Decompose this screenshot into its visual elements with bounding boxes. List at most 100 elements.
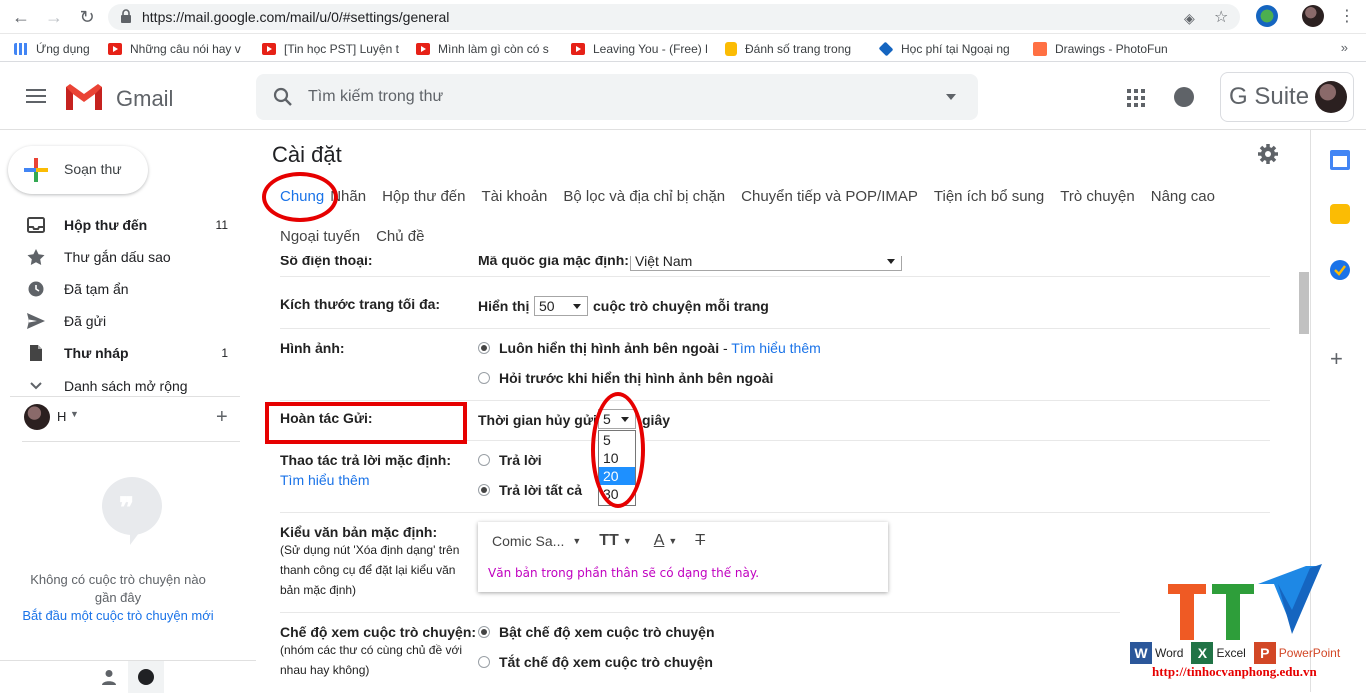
notifications-icon[interactable] [1174,87,1194,107]
gear-icon[interactable] [1258,144,1278,164]
keep-icon[interactable] [1330,204,1350,224]
hangouts-footer [0,660,256,693]
font-family-select[interactable]: Comic Sa... [492,533,564,549]
nav-item-starred[interactable]: Thư gắn dấu sao [0,241,240,273]
reload-icon[interactable]: ↻ [76,6,98,28]
text-color-icon[interactable]: A [654,532,665,550]
status-chevron-icon[interactable]: ▼ [70,409,79,419]
images-always-radio[interactable] [478,342,490,354]
nav-item-snoozed[interactable]: Đã tạm ẩn [0,273,240,305]
compose-label: Soạn thư [64,161,122,177]
bookmark-label: Leaving You - (Free) l [593,42,708,56]
hangouts-user-name[interactable]: H [57,409,66,424]
draft-file-icon [30,345,42,361]
bookmark-item[interactable]: Leaving You - (Free) l [571,41,711,57]
person-icon[interactable] [102,669,116,685]
bookmark-item[interactable]: Những câu nói hay v [108,41,248,57]
reply-all-radio[interactable] [478,484,490,496]
tab-inbox[interactable]: Hộp thư đến [382,188,465,205]
powerpoint-label: PowerPoint [1278,646,1341,660]
format-toolbar: Comic Sa... ▼ TT ▼ A ▼ T [492,532,705,550]
hangouts-avatar[interactable] [24,404,50,430]
bookmarks-more-button[interactable]: » [1341,40,1348,55]
gsuite-label: G Suite [1229,83,1310,110]
images-ask-radio[interactable] [478,372,490,384]
tab-themes[interactable]: Chủ đề [376,228,424,245]
page-size-select[interactable]: 50 [534,296,588,316]
images-learn-more-link[interactable]: Tìm hiểu thêm [731,340,820,356]
address-bar[interactable]: https://mail.google.com/mail/u/0/#settin… [108,4,1240,30]
account-avatar[interactable] [1315,81,1347,113]
search-icon[interactable] [272,86,294,108]
nav-item-sent[interactable]: Đã gửi [0,305,240,337]
conversation-on-label: Bật chế độ xem cuộc trò chuyện [499,624,715,640]
youtube-icon [571,43,585,55]
tab-filters[interactable]: Bộ lọc và địa chỉ bị chặn [563,188,725,205]
bookmark-item[interactable]: Mình làm gì còn có s [416,41,556,57]
nav-item-more[interactable]: Danh sách mở rộng [0,370,240,402]
text-size-icon[interactable]: TT [599,532,619,550]
undo-send-suffix: giây [642,412,671,428]
nav-item-inbox[interactable]: Hộp thư đến 11 [0,209,240,241]
annotation-circle-tab [262,172,338,222]
divider [646,440,1270,441]
tab-offline[interactable]: Ngoại tuyến [280,228,360,245]
size-dropdown-icon[interactable]: ▼ [623,536,632,546]
tab-advanced[interactable]: Nâng cao [1151,188,1215,205]
font-dropdown-icon[interactable]: ▼ [572,536,581,546]
back-arrow-icon[interactable]: ← [10,6,32,28]
apps-grid-icon [14,43,28,55]
clock-icon [28,281,44,297]
draft-count: 1 [221,346,228,360]
page-size-label: Kích thước trang tối đa: [280,296,441,312]
browser-menu-icon[interactable]: ⋮ [1336,6,1358,28]
cast-icon[interactable]: ◈ [1184,10,1195,27]
color-dropdown-icon[interactable]: ▼ [668,536,677,546]
nav-item-drafts[interactable]: Thư nháp 1 [0,337,240,369]
watermark-url: http://tinhocvanphong.edu.vn [1152,664,1317,679]
main-menu-icon[interactable] [26,89,46,103]
inbox-icon [27,217,45,233]
profile-avatar[interactable] [1302,5,1324,27]
conversation-on-radio[interactable] [478,626,490,638]
annotation-box-undo [265,402,467,444]
conversation-off-radio[interactable] [478,656,490,668]
bookmark-item[interactable]: Học phí tại Ngoại ng [879,41,1019,57]
reply-option-label: Trả lời [499,452,542,468]
extension-icon[interactable] [1256,5,1278,27]
compose-button[interactable]: Soạn thư [8,146,148,194]
star-icon[interactable]: ☆ [1214,7,1228,27]
diamond-icon [879,41,894,57]
tab-chat[interactable]: Trò chuyện [1060,188,1134,205]
settings-tabs-row2: Ngoại tuyến Chủ đề [280,228,440,245]
hangouts-tab[interactable] [128,661,164,693]
reply-radio[interactable] [478,454,490,466]
youtube-icon [108,43,122,55]
start-conversation-link[interactable]: Bắt đầu một cuộc trò chuyện mới [0,608,236,623]
tab-addons[interactable]: Tiện ích bổ sung [934,188,1044,205]
google-apps-icon[interactable] [1127,89,1145,107]
bookmark-item[interactable]: Drawings - PhotoFun [1033,41,1173,57]
remove-formatting-icon[interactable]: T [695,532,705,550]
new-chat-plus-icon[interactable]: + [216,406,228,429]
forward-arrow-icon[interactable]: → [43,6,65,28]
scrollbar-thumb[interactable] [1299,272,1309,334]
reply-label: Thao tác trả lời mặc định: [280,452,451,468]
calendar-icon[interactable] [1330,150,1350,170]
bookmark-item[interactable]: Đánh số trang trong [725,41,865,57]
tasks-icon[interactable] [1330,260,1350,280]
reply-learn-more-link[interactable]: Tìm hiểu thêm [280,472,369,488]
tab-forwarding[interactable]: Chuyển tiếp và POP/IMAP [741,188,918,205]
bookmark-apps[interactable]: Ứng dụng [14,41,104,57]
get-addons-plus-icon[interactable]: + [1330,346,1343,372]
bookmark-item[interactable]: [Tin học PST] Luyện t [262,41,402,57]
bookmark-label: Học phí tại Ngoại ng [901,42,1010,56]
search-options-icon[interactable] [946,94,956,100]
tab-accounts[interactable]: Tài khoản [482,188,548,205]
search-bar[interactable]: Tìm kiếm trong thư [256,74,978,120]
country-select[interactable]: Việt Nam [630,256,902,271]
app-name: Gmail [116,86,174,111]
gsuite-account-button[interactable]: G Suite [1220,72,1354,122]
excel-icon: X [1191,642,1214,664]
text-style-label: Kiểu văn bản mặc định: [280,524,438,540]
